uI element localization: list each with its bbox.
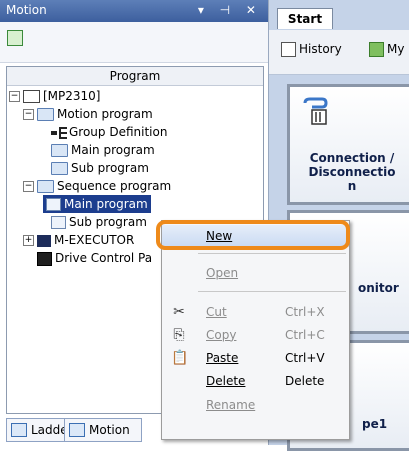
tree-node-main-program-motion[interactable]: Main program — [51, 141, 155, 159]
m-executor-icon — [37, 234, 51, 247]
tab-start[interactable]: Start — [277, 8, 333, 29]
menu-item-shortcut: Ctrl+C — [285, 328, 325, 342]
paste-icon: 📋 — [171, 350, 189, 366]
tree-node-main-program-sequence[interactable]: Main program — [43, 195, 151, 213]
tree-node-m-executor[interactable]: + M-EXECUTOR — [23, 231, 134, 249]
drive-control-icon — [37, 251, 52, 266]
type-tile-label: pe1 — [362, 417, 388, 431]
menu-item-paste[interactable]: 📋 Paste Ctrl+V — [162, 347, 349, 369]
tree-node-root[interactable]: − [MP2310] — [9, 87, 101, 105]
folder-icon — [37, 108, 54, 121]
tree-node-label: Sub program — [71, 161, 149, 175]
menu-item-rename[interactable]: Rename — [162, 394, 349, 416]
menu-item-delete[interactable]: Delete Delete — [162, 370, 349, 392]
menu-item-label: Delete — [206, 374, 246, 388]
tile-line: n — [347, 179, 357, 193]
my-label: My — [387, 42, 405, 56]
folder-icon — [37, 180, 54, 193]
menu-item-label: Open — [206, 266, 239, 280]
menu-item-cut[interactable]: ✂ Cut Ctrl+X — [162, 301, 349, 323]
tile-line: Connection / — [309, 151, 395, 165]
new-folder-icon[interactable] — [7, 30, 23, 46]
menu-item-label: Cut — [206, 305, 227, 319]
tree-node-group-definition[interactable]: Group Definition — [51, 123, 167, 141]
context-menu: New Open ✂ Cut Ctrl+X ⎘ Copy Ctrl+C 📋 Pa… — [161, 220, 350, 440]
tree-node-label: Group Definition — [69, 125, 168, 139]
history-icon — [281, 42, 296, 57]
menu-item-copy[interactable]: ⎘ Copy Ctrl+C — [162, 324, 349, 346]
expand-icon[interactable]: + — [23, 235, 34, 246]
motion-toolbar — [0, 22, 268, 63]
program-icon — [46, 198, 61, 211]
history-label: History — [299, 42, 342, 56]
collapse-icon[interactable]: − — [23, 181, 34, 192]
tree-node-label: Motion program — [57, 107, 153, 121]
tree-node-label: Sub program — [69, 215, 147, 229]
tree-node-sub-program-sequence[interactable]: Sub program — [51, 213, 147, 231]
tree-node-sequence-program[interactable]: − Sequence program — [23, 177, 171, 195]
tree-node-label: M-EXECUTOR — [54, 233, 135, 247]
my-icon — [369, 42, 384, 57]
connection-tile[interactable]: Connection / Disconnectio n — [287, 84, 409, 205]
folder-icon — [51, 162, 68, 175]
tab-motion[interactable]: Motion — [64, 418, 142, 442]
tree-node-label: Drive Control Pa — [55, 251, 153, 265]
my-button[interactable]: My — [369, 42, 404, 57]
motion-pane-title: Motion — [6, 3, 47, 17]
menu-separator — [198, 253, 346, 254]
controller-icon — [23, 90, 40, 103]
tree-node-label: Main program — [64, 197, 148, 211]
menu-separator — [198, 291, 346, 292]
tree-header: Program — [7, 67, 263, 86]
monitor-tile-label: onitor — [358, 281, 399, 295]
program-icon — [51, 216, 66, 229]
tree-node-label: [MP2310] — [43, 89, 101, 103]
ladder-icon — [11, 423, 27, 437]
menu-item-label: Copy — [206, 328, 237, 342]
motion-icon — [69, 423, 85, 437]
pane-window-controls[interactable]: ▾ ⊣ ✕ — [198, 3, 262, 17]
menu-item-shortcut: Ctrl+V — [285, 351, 325, 365]
collapse-icon[interactable]: − — [23, 109, 34, 120]
menu-item-shortcut: Ctrl+X — [285, 305, 325, 319]
folder-icon — [51, 144, 68, 157]
group-definition-icon — [51, 126, 67, 139]
connection-icon — [303, 97, 328, 125]
scissors-icon: ✂ — [173, 304, 185, 320]
motion-pane-titlebar: Motion ▾ ⊣ ✕ — [0, 0, 268, 22]
copy-icon: ⎘ — [173, 327, 185, 343]
tree-node-drive-control[interactable]: Drive Control Pa — [37, 249, 152, 267]
menu-item-label: Paste — [206, 351, 239, 365]
history-button[interactable]: History — [281, 42, 342, 57]
collapse-icon[interactable]: − — [9, 91, 20, 102]
tree-node-sub-program-motion[interactable]: Sub program — [51, 159, 149, 177]
tab-label: Motion — [89, 423, 130, 437]
menu-item-label: Rename — [206, 398, 256, 412]
tile-line: Disconnectio — [308, 165, 396, 179]
start-toolbar: History My — [269, 30, 409, 75]
tree-node-label: Main program — [71, 143, 155, 157]
tree-node-label: Sequence program — [57, 179, 172, 193]
highlight-callout — [156, 220, 350, 250]
tree-node-motion-program[interactable]: − Motion program — [23, 105, 153, 123]
menu-item-shortcut: Delete — [285, 374, 325, 388]
connection-tile-label: Connection / Disconnectio n — [290, 151, 409, 193]
menu-item-open[interactable]: Open — [162, 262, 349, 284]
